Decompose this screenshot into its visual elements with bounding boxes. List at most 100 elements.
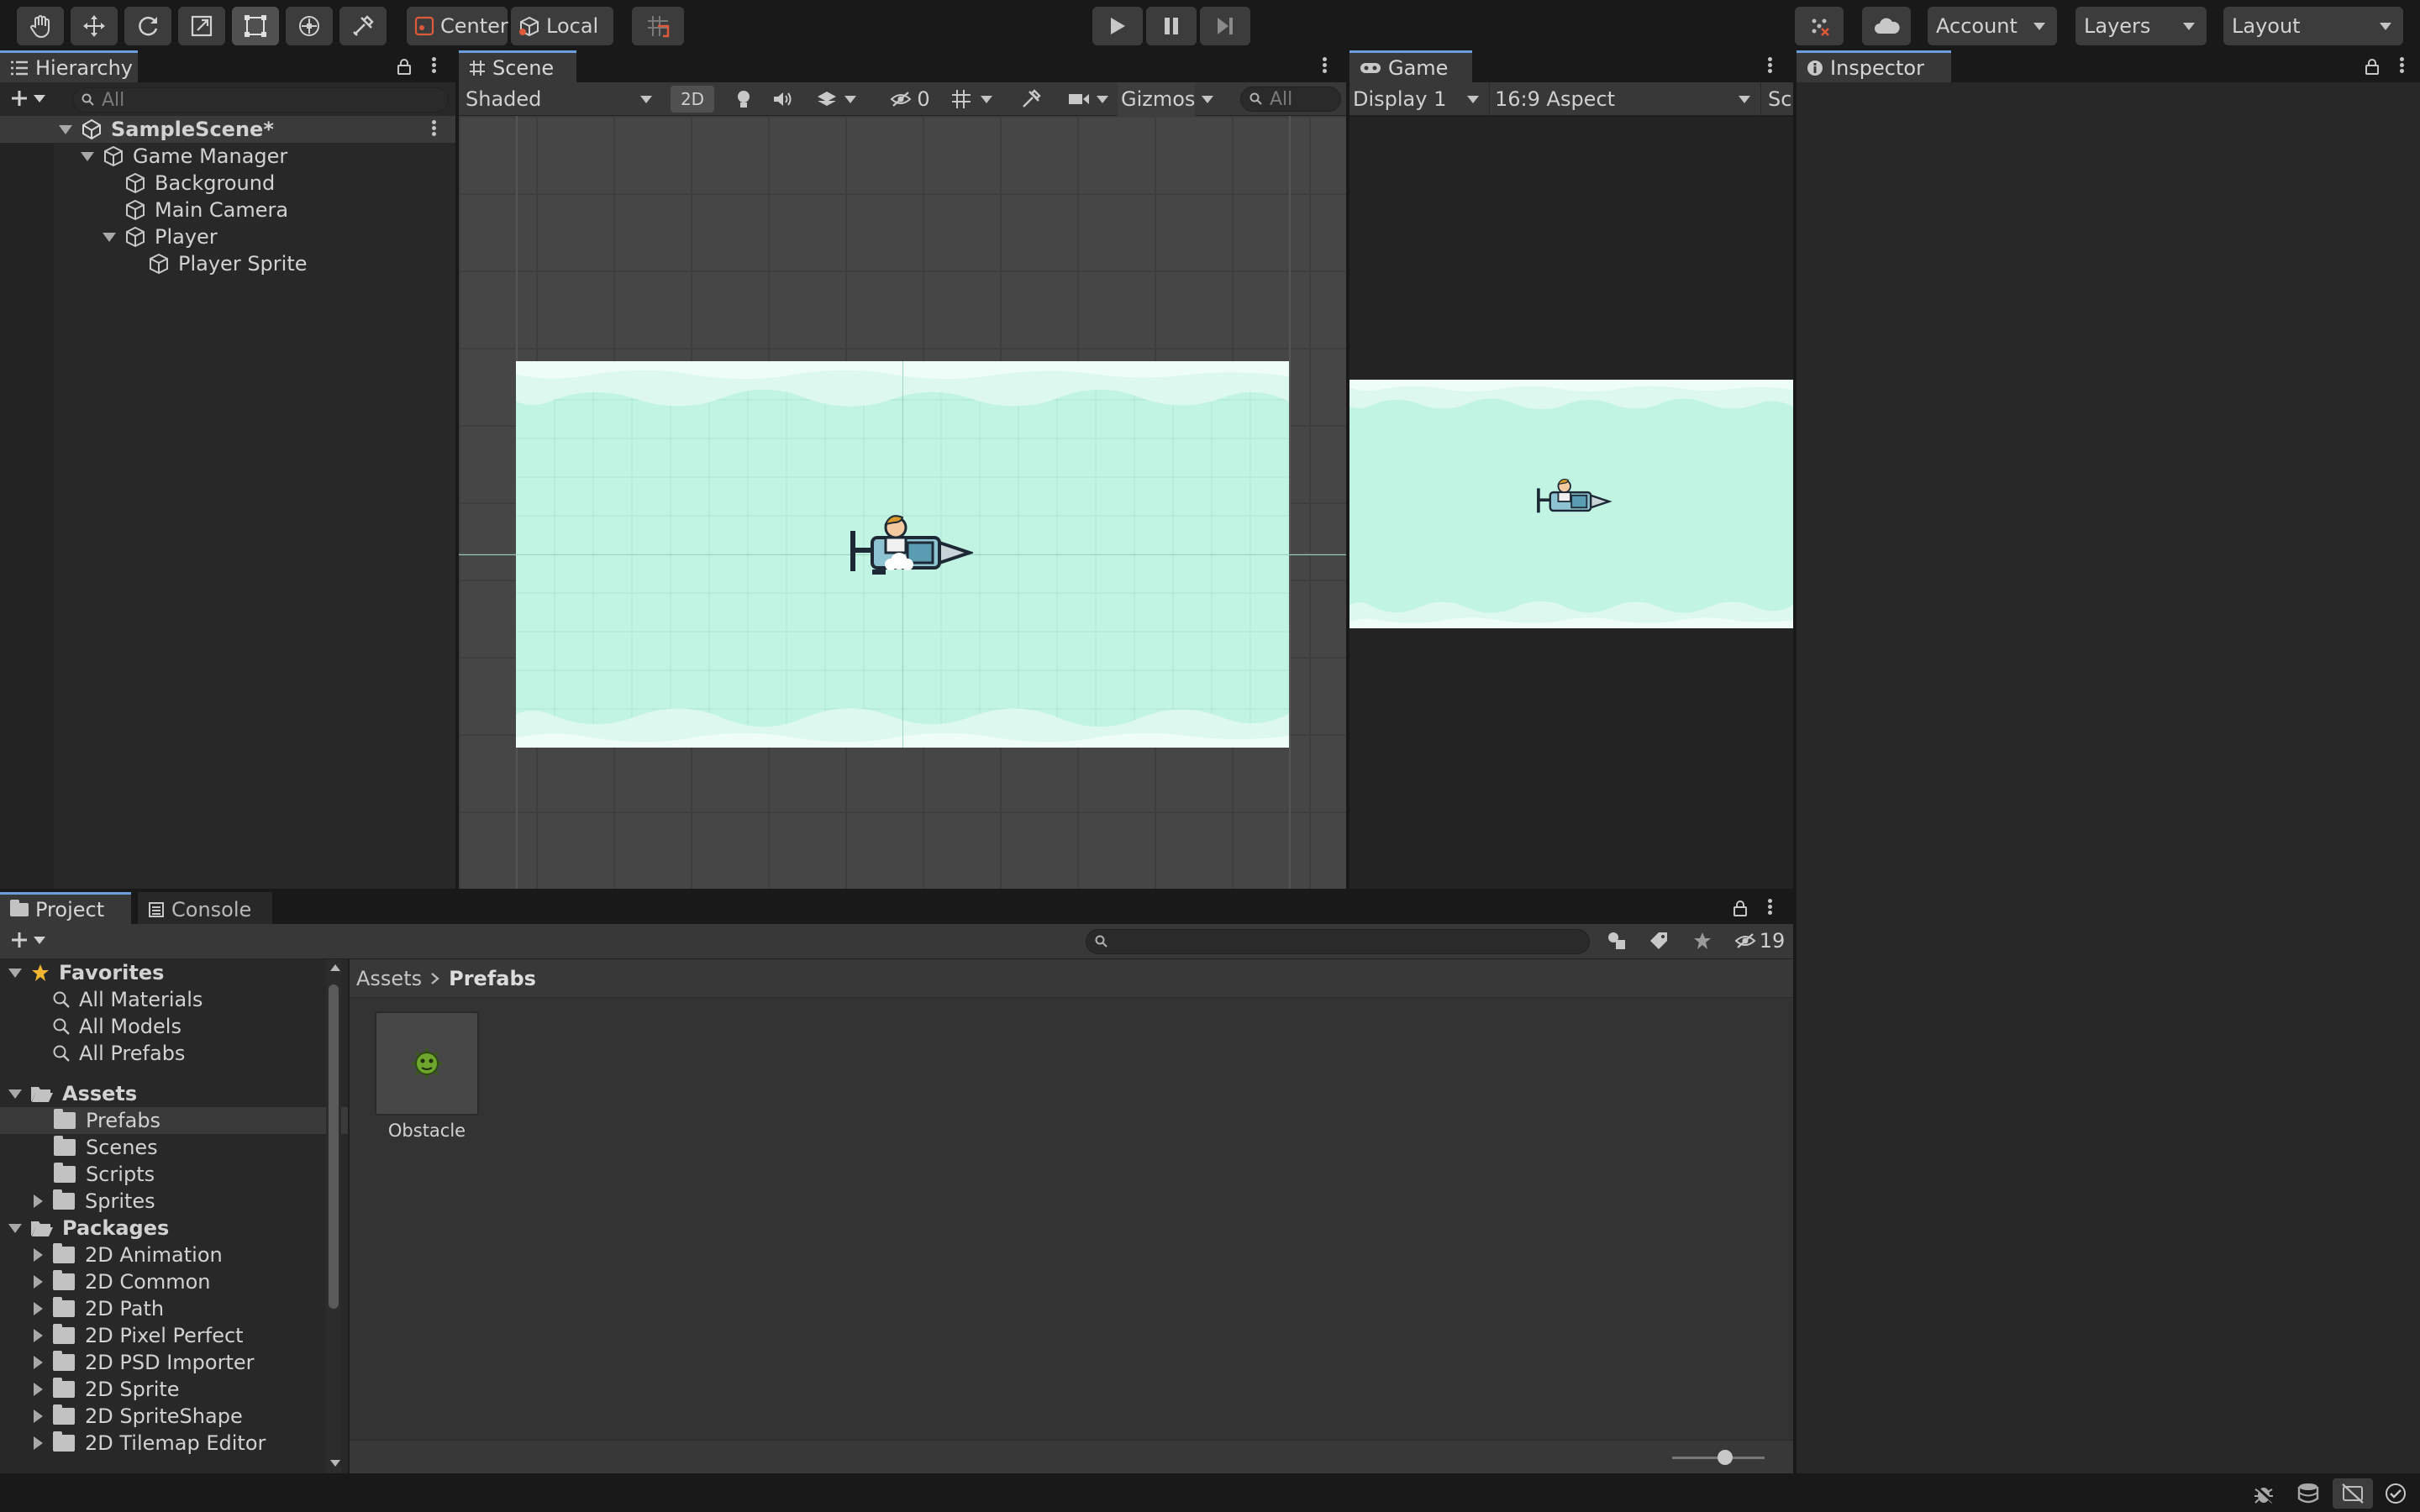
chevron-down-icon: [2183, 22, 2195, 30]
tree-package-2d-animation[interactable]: 2D Animation: [0, 1242, 350, 1268]
tree-all-prefabs[interactable]: All Prefabs: [0, 1040, 350, 1067]
tree-packages[interactable]: Packages: [0, 1215, 350, 1242]
tree-scripts[interactable]: Scripts: [0, 1161, 350, 1188]
game-view[interactable]: [1349, 116, 1793, 889]
scene-visibility-toggle[interactable]: 0: [886, 82, 934, 116]
more-options-icon[interactable]: [1768, 55, 1773, 75]
more-options-icon[interactable]: [1323, 55, 1328, 75]
move-tool-button[interactable]: [71, 7, 118, 45]
pivot-mode-button[interactable]: Center: [407, 7, 508, 45]
tree-all-materials[interactable]: All Materials: [0, 986, 350, 1013]
tree-package-2d-spriteshape[interactable]: 2D SpriteShape: [0, 1403, 350, 1430]
breadcrumb-prefabs[interactable]: Prefabs: [449, 967, 536, 990]
scene-more-icon[interactable]: [432, 118, 437, 138]
more-options-icon[interactable]: [1768, 897, 1773, 916]
scene-viewport[interactable]: [459, 116, 1346, 889]
more-options-icon[interactable]: [432, 55, 437, 75]
asset-thumbnail-obstacle[interactable]: [375, 1011, 479, 1116]
create-button[interactable]: [10, 89, 45, 108]
favorites-button[interactable]: [1684, 924, 1721, 958]
draw-mode-dropdown[interactable]: Shaded: [462, 82, 662, 116]
toggle-2d-button[interactable]: 2D: [671, 86, 714, 113]
effects-dropdown[interactable]: [807, 82, 865, 116]
tree-prefabs[interactable]: Prefabs: [0, 1107, 350, 1134]
pause-icon: [1162, 16, 1181, 36]
tree-package-2d-pixel-perfect[interactable]: 2D Pixel Perfect: [0, 1322, 350, 1349]
cloud-button[interactable]: [1862, 7, 1911, 45]
tree-scrollbar[interactable]: [326, 959, 341, 1473]
layers-dropdown[interactable]: Layers: [2075, 7, 2207, 45]
hierarchy-item-background[interactable]: Background: [0, 170, 455, 197]
tree-scenes[interactable]: Scenes: [0, 1134, 350, 1161]
tab-hierarchy[interactable]: Hierarchy: [0, 50, 138, 82]
tree-package-2d-psd-importer[interactable]: 2D PSD Importer: [0, 1349, 350, 1376]
tree-package-2d-common[interactable]: 2D Common: [0, 1268, 350, 1295]
gizmos-dropdown[interactable]: [1195, 82, 1220, 116]
collapsed-arrow-icon: [34, 1410, 43, 1423]
lighting-toggle[interactable]: [726, 82, 761, 116]
layout-dropdown[interactable]: Layout: [2223, 7, 2403, 45]
play-button[interactable]: [1092, 7, 1143, 45]
progress-checkmark-icon[interactable]: [2385, 1483, 2407, 1504]
camera-settings-dropdown[interactable]: [1059, 82, 1118, 116]
tab-inspector[interactable]: Inspector: [1797, 50, 1951, 82]
tab-console[interactable]: Console: [138, 892, 272, 924]
transform-tool-button[interactable]: [286, 7, 333, 45]
auto-generate-lighting-toggle[interactable]: [2333, 1478, 2373, 1509]
pivot-rotation-button[interactable]: Local: [511, 7, 613, 45]
project-search-input[interactable]: [1086, 929, 1590, 954]
hierarchy-item-player[interactable]: Player: [0, 223, 455, 250]
collab-services-button[interactable]: [1795, 7, 1844, 45]
audio-toggle[interactable]: [765, 82, 800, 116]
scene-row[interactable]: SampleScene*: [0, 116, 455, 143]
tab-label: Game: [1388, 55, 1449, 80]
hand-tool-button[interactable]: [17, 7, 64, 45]
create-asset-button[interactable]: [10, 931, 45, 949]
grid-snapping-button[interactable]: [632, 7, 684, 45]
scroll-up-icon[interactable]: [330, 964, 340, 971]
asset-label-obstacle[interactable]: Obstacle: [365, 1121, 489, 1141]
tab-scene[interactable]: Scene: [459, 50, 576, 82]
gizmos-button[interactable]: Gizmos: [1118, 82, 1195, 116]
hierarchy-item-game-manager[interactable]: Game Manager: [0, 143, 455, 170]
lock-icon[interactable]: [397, 58, 412, 75]
tree-package-2d-sprite[interactable]: 2D Sprite: [0, 1376, 350, 1403]
more-options-icon[interactable]: [2400, 55, 2405, 75]
step-button[interactable]: [1200, 7, 1250, 45]
search-by-label-button[interactable]: [1640, 924, 1677, 958]
tab-game[interactable]: Game: [1349, 50, 1472, 82]
hierarchy-item-main-camera[interactable]: Main Camera: [0, 197, 455, 223]
rotate-tool-button[interactable]: [124, 7, 171, 45]
tree-favorites[interactable]: Favorites: [0, 959, 350, 986]
lock-icon[interactable]: [2365, 58, 2380, 75]
tree-assets[interactable]: Assets: [0, 1080, 350, 1107]
hierarchy-item-player-sprite[interactable]: Player Sprite: [0, 250, 455, 277]
scrollbar-thumb[interactable]: [329, 984, 339, 1309]
account-dropdown[interactable]: Account: [1928, 7, 2057, 45]
component-tools-toggle[interactable]: [1013, 82, 1049, 116]
tree-sprites[interactable]: Sprites: [0, 1188, 350, 1215]
grid-visibility-dropdown[interactable]: [938, 82, 1005, 116]
hidden-packages-toggle[interactable]: 19: [1729, 924, 1790, 958]
tree-all-models[interactable]: All Models: [0, 1013, 350, 1040]
search-by-type-button[interactable]: [1598, 924, 1635, 958]
rect-tool-button[interactable]: [232, 7, 279, 45]
cache-server-icon[interactable]: [2297, 1483, 2321, 1504]
lock-icon[interactable]: [1733, 900, 1748, 916]
scene-search-input[interactable]: All: [1240, 87, 1341, 112]
breadcrumb-assets[interactable]: Assets: [356, 967, 422, 990]
scale-slider[interactable]: Sc: [1763, 82, 1793, 116]
debug-bug-icon[interactable]: [2252, 1483, 2275, 1504]
hierarchy-search-input[interactable]: All: [72, 87, 449, 113]
aspect-dropdown[interactable]: 16:9 Aspect: [1489, 82, 1761, 116]
scale-tool-button[interactable]: [178, 7, 225, 45]
pause-button[interactable]: [1146, 7, 1197, 45]
scroll-down-icon[interactable]: [330, 1460, 340, 1467]
custom-tool-button[interactable]: [339, 7, 387, 45]
display-dropdown[interactable]: Display 1: [1353, 82, 1486, 116]
tree-package-2d-tilemap-editor[interactable]: 2D Tilemap Editor: [0, 1430, 350, 1457]
player-sprite[interactable]: [847, 512, 973, 585]
icon-size-slider-thumb[interactable]: [1718, 1450, 1733, 1465]
tab-project[interactable]: Project: [0, 892, 131, 924]
tree-package-2d-path[interactable]: 2D Path: [0, 1295, 350, 1322]
